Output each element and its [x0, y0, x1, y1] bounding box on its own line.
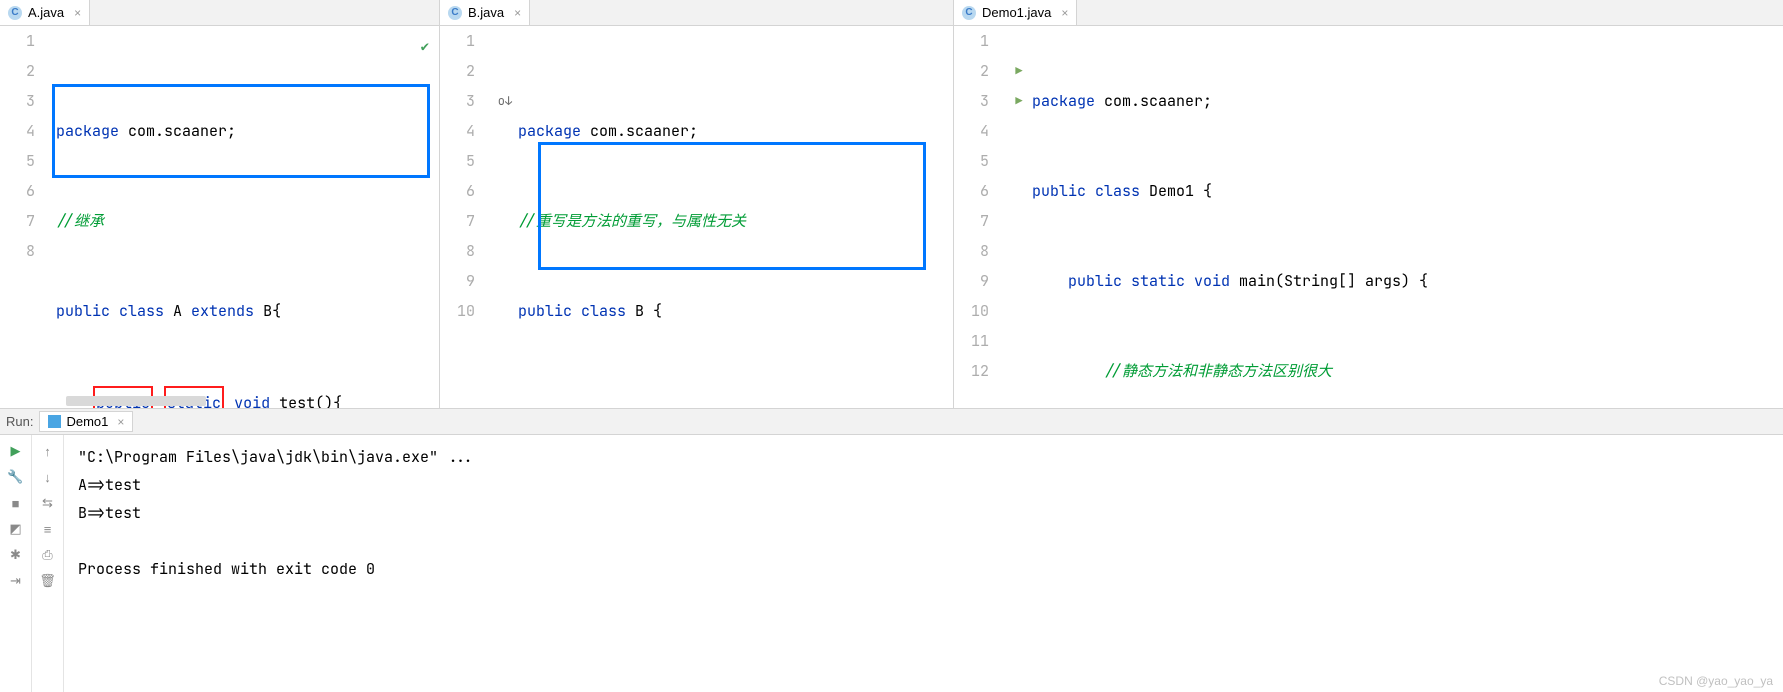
code-area-a[interactable]: ✔ 12345678 package com.scaaner; //继承 pub…: [0, 26, 439, 408]
close-icon[interactable]: ×: [74, 6, 81, 20]
run-gutter-icon[interactable]: ▶: [1008, 56, 1030, 86]
console-line: B=>test: [78, 499, 1769, 527]
up-arrow-icon[interactable]: ↑: [40, 443, 56, 459]
gutter-marks-demo: ▶▶: [1008, 26, 1030, 408]
close-icon[interactable]: ×: [1061, 6, 1068, 20]
tab-b-java[interactable]: C B.java ×: [440, 0, 530, 25]
java-class-icon: C: [448, 6, 462, 20]
bug-icon[interactable]: ✱: [8, 547, 24, 563]
tab-label: B.java: [468, 5, 504, 20]
console-line: [78, 527, 1769, 555]
rerun-icon[interactable]: ▶: [8, 443, 24, 459]
camera-icon[interactable]: ◩: [8, 521, 24, 537]
console-output[interactable]: "C:\Program Files\java\jdk\bin\java.exe"…: [64, 435, 1783, 692]
editor-pane-demo: C Demo1.java × 123456789101112 ▶▶ packag…: [954, 0, 1783, 408]
tab-bar-a: C A.java ×: [0, 0, 439, 26]
run-panel: Run: Demo1 × ▶ 🔧 ■ ◩ ✱ ⇥ ↑ ↓ ⇆ ≡ ⎙: [0, 408, 1783, 692]
gutter-marks-b: o↓: [494, 26, 516, 408]
print-icon[interactable]: ⎙: [40, 547, 56, 563]
run-toolbar-primary: ▶ 🔧 ■ ◩ ✱ ⇥: [0, 435, 32, 692]
java-class-icon: C: [8, 6, 22, 20]
tab-label: A.java: [28, 5, 64, 20]
tab-bar-demo: C Demo1.java ×: [954, 0, 1783, 26]
trash-icon[interactable]: 🗑: [40, 573, 56, 589]
wrench-icon[interactable]: 🔧: [8, 469, 24, 485]
gutter-demo: 123456789101112: [954, 26, 1008, 408]
tab-a-java[interactable]: C A.java ×: [0, 0, 90, 25]
close-icon[interactable]: ×: [117, 415, 124, 429]
soft-wrap-icon[interactable]: ⇆: [40, 495, 56, 511]
java-class-run-icon: C: [962, 6, 976, 20]
tab-label: Demo1.java: [982, 5, 1051, 20]
run-gutter-icon[interactable]: ▶: [1008, 86, 1030, 116]
horizontal-scrollbar-thumb[interactable]: [66, 396, 206, 406]
exit-icon[interactable]: ⇥: [8, 573, 24, 589]
code-area-b[interactable]: 12345678910 o↓ package com.scaaner; //重写…: [440, 26, 953, 408]
tab-bar-b: C B.java ×: [440, 0, 953, 26]
watermark: CSDN @yao_yao_ya: [1659, 674, 1773, 688]
console-line: "C:\Program Files\java\jdk\bin\java.exe"…: [78, 443, 1769, 471]
run-header: Run: Demo1 ×: [0, 409, 1783, 435]
run-tab-demo1[interactable]: Demo1 ×: [39, 411, 133, 432]
run-toolbar-secondary: ↑ ↓ ⇆ ≡ ⎙ 🗑: [32, 435, 64, 692]
gutter-b: 12345678910: [440, 26, 494, 408]
editor-pane-b: C B.java × 12345678910 o↓ package com.sc…: [440, 0, 954, 408]
console-line: A=>test: [78, 471, 1769, 499]
close-icon[interactable]: ×: [514, 6, 521, 20]
run-label: Run:: [6, 414, 33, 429]
run-tab-label: Demo1: [66, 414, 108, 429]
stop-icon[interactable]: ■: [8, 495, 24, 511]
code-area-demo[interactable]: 123456789101112 ▶▶ package com.scaaner; …: [954, 26, 1783, 408]
tab-demo1-java[interactable]: C Demo1.java ×: [954, 0, 1077, 25]
gutter-a: 12345678: [0, 26, 54, 408]
editor-pane-a: C A.java × ✔ 12345678 package com.scaane…: [0, 0, 440, 408]
scroll-to-end-icon[interactable]: ≡: [40, 521, 56, 537]
down-arrow-icon[interactable]: ↓: [40, 469, 56, 485]
run-config-icon: [48, 415, 61, 428]
console-line: Process finished with exit code 0: [78, 555, 1769, 583]
